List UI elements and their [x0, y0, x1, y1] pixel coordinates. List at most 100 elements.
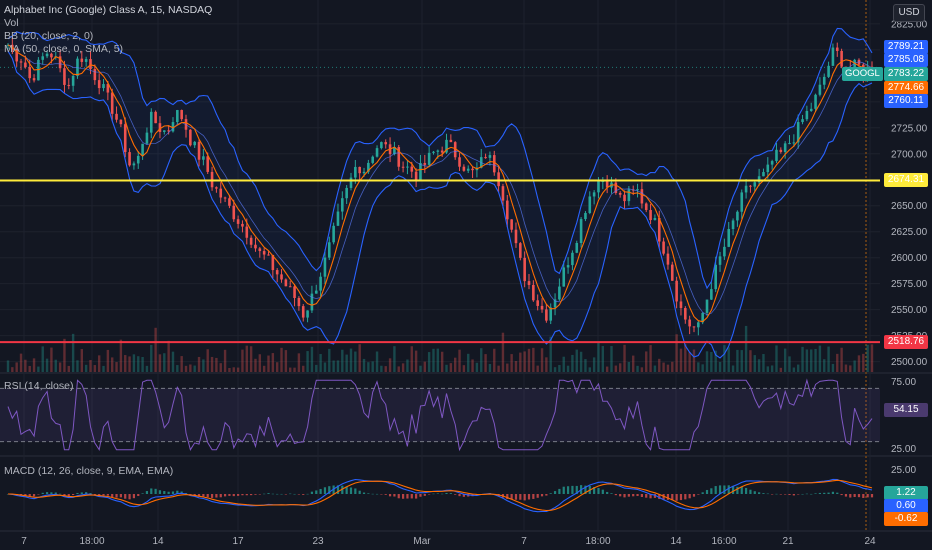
macd-histogram-bar	[562, 486, 565, 494]
candle-body	[662, 241, 665, 254]
price-label-badge: 2789.21	[884, 40, 928, 54]
y-tick-label: 2650.00	[891, 201, 928, 212]
rsi-band-fill	[0, 388, 880, 442]
candle-body	[723, 246, 726, 257]
volume-bar	[141, 356, 144, 372]
volume-bar	[406, 359, 409, 372]
candle-body	[28, 67, 32, 79]
macd-histogram-bar	[267, 493, 270, 494]
candle-body	[67, 84, 71, 86]
x-tick-label: 18:00	[79, 536, 104, 547]
candle-body	[193, 141, 196, 146]
macd-histogram-bar	[119, 494, 122, 498]
candle-body	[510, 219, 513, 230]
macd-histogram-bar	[645, 494, 648, 498]
macd-histogram-bar	[76, 492, 79, 494]
candle-body	[505, 200, 509, 220]
currency-button[interactable]: USD	[893, 4, 925, 22]
candle-body	[501, 186, 505, 201]
macd-histogram-bar	[797, 494, 800, 495]
candle-body	[176, 110, 179, 123]
volume-bar	[115, 362, 118, 372]
volume-bar	[228, 367, 231, 372]
volume-bar	[384, 366, 387, 372]
candle-body	[288, 286, 292, 288]
volume-bar	[775, 345, 778, 372]
candle-body	[636, 189, 639, 191]
candle-body	[223, 197, 227, 199]
macd-histogram-bar	[310, 491, 314, 494]
candle-body	[71, 75, 75, 86]
macd-histogram-bar	[610, 493, 613, 494]
rsi-pane[interactable]	[0, 378, 880, 452]
candle-body	[805, 110, 809, 120]
volume-bar	[788, 356, 791, 372]
macd-histogram-bar	[250, 494, 253, 496]
macd-legend[interactable]: MACD (12, 26, close, 9, EMA, EMA)	[4, 465, 173, 477]
macd-histogram-bar	[432, 493, 435, 495]
volume-bar	[89, 359, 92, 372]
candle-body	[492, 155, 496, 173]
volume-bar	[232, 367, 235, 372]
macd-histogram-bar	[241, 494, 244, 496]
macd-histogram-bar	[601, 489, 604, 494]
volume-bar	[493, 348, 496, 372]
bb-legend[interactable]: BB (20, close, 2, 0)	[4, 30, 212, 43]
candle-body	[284, 279, 288, 287]
volume-bar	[467, 353, 470, 372]
candle-body	[532, 284, 535, 301]
volume-bar	[132, 354, 136, 372]
volume-bar	[306, 351, 309, 372]
macd-histogram-bar	[371, 493, 374, 495]
macd-histogram-bar	[323, 487, 327, 494]
macd-histogram-bar	[766, 493, 769, 495]
volume-bar	[328, 348, 331, 372]
candle-body	[649, 209, 652, 221]
macd-histogram-bar	[232, 494, 235, 497]
volume-bar	[280, 347, 283, 372]
ma-legend[interactable]: MA (50, close, 0, SMA, 5)	[4, 43, 212, 56]
candle-body	[710, 289, 713, 300]
macd-histogram-bar	[102, 494, 105, 496]
macd-histogram-bar	[106, 494, 109, 496]
candle-body	[519, 243, 522, 258]
macd-histogram-bar	[805, 493, 808, 495]
volume-bar	[462, 365, 466, 372]
candle-body	[436, 150, 440, 152]
candle-body	[232, 205, 236, 220]
macd-histogram-bar	[315, 490, 318, 494]
macd-histogram-bar	[753, 491, 756, 494]
macd-histogram-bar	[280, 493, 283, 495]
candle-body	[254, 244, 257, 249]
candle-body	[128, 152, 131, 166]
volume-bar	[158, 354, 162, 372]
volume-bar	[410, 346, 413, 372]
volume-bar	[358, 344, 361, 372]
volume-bar	[632, 355, 635, 372]
candle-body	[80, 58, 84, 62]
symbol-title[interactable]: Alphabet Inc (Google) Class A, 15, NASDA…	[4, 4, 212, 17]
level-badge: 2518.76	[884, 335, 928, 350]
volume-bar	[184, 365, 188, 372]
macd-histogram-bar	[41, 492, 44, 494]
volume-bar	[579, 351, 583, 372]
x-tick-label: 16:00	[711, 536, 736, 547]
candle-body	[718, 256, 722, 265]
volume-legend[interactable]: Vol	[4, 17, 212, 30]
volume-bar	[84, 364, 88, 372]
rsi-legend[interactable]: RSI (14, close)	[4, 380, 73, 392]
volume-bar	[779, 367, 783, 372]
volume-bar	[480, 348, 483, 372]
candle-body	[449, 139, 453, 143]
candle-body	[197, 141, 201, 160]
volume-bar	[666, 364, 670, 372]
volume-bar	[163, 353, 166, 372]
macd-histogram-bar	[558, 488, 561, 494]
macd-histogram-bar	[258, 494, 261, 495]
macd-histogram-bar	[523, 494, 526, 501]
candle-body	[727, 229, 731, 247]
macd-histogram-bar	[263, 493, 266, 495]
volume-bar	[814, 348, 817, 372]
volume-bar	[206, 349, 209, 372]
macd-histogram-bar	[115, 494, 118, 498]
